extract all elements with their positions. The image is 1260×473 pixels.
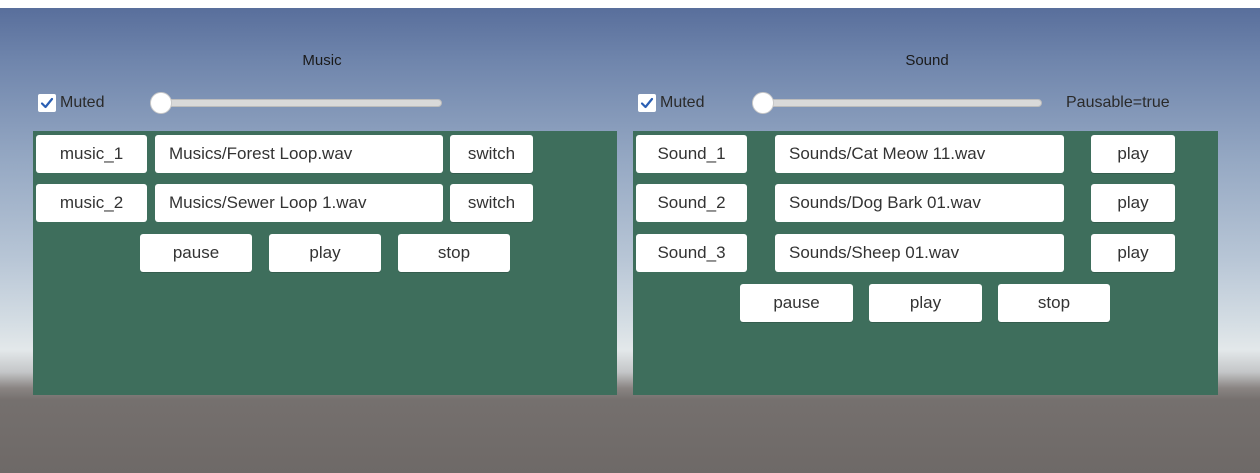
- music-volume-track[interactable]: [150, 99, 442, 107]
- music-row-1-name[interactable]: music_1: [36, 135, 147, 173]
- sound-pausable-status: Pausable=true: [1066, 94, 1170, 111]
- sound-title: Sound: [905, 52, 949, 69]
- sound-muted-label: Muted: [660, 94, 705, 111]
- music-pause-button[interactable]: pause: [140, 234, 252, 272]
- sound-muted-toggle[interactable]: Muted: [638, 92, 704, 114]
- music-row-1-switch-button[interactable]: switch: [450, 135, 533, 173]
- top-edge-strip: [0, 0, 1260, 8]
- music-muted-label: Muted: [60, 94, 105, 111]
- sound-volume-slider[interactable]: [752, 92, 1042, 114]
- music-stop-button[interactable]: stop: [398, 234, 510, 272]
- sound-row-3-name[interactable]: Sound_3: [636, 234, 747, 272]
- music-muted-toggle[interactable]: Muted: [38, 92, 104, 114]
- checkmark-icon: [40, 97, 54, 109]
- music-muted-checkbox[interactable]: [38, 94, 56, 112]
- music-row-2-name[interactable]: music_2: [36, 184, 147, 222]
- music-play-button[interactable]: play: [269, 234, 381, 272]
- sound-stop-button[interactable]: stop: [998, 284, 1110, 322]
- sound-row-2-play-button[interactable]: play: [1091, 184, 1175, 222]
- checkmark-icon: [640, 97, 654, 109]
- music-row-2-path[interactable]: Musics/Sewer Loop 1.wav: [155, 184, 443, 222]
- sound-volume-track[interactable]: [752, 99, 1042, 107]
- sound-volume-handle[interactable]: [752, 92, 774, 114]
- sound-pause-button[interactable]: pause: [740, 284, 853, 322]
- sound-row-2-name[interactable]: Sound_2: [636, 184, 747, 222]
- music-title: Music: [302, 52, 342, 69]
- sound-row-2-path[interactable]: Sounds/Dog Bark 01.wav: [775, 184, 1064, 222]
- sound-muted-checkbox[interactable]: [638, 94, 656, 112]
- sound-row-1-play-button[interactable]: play: [1091, 135, 1175, 173]
- sound-row-1-name[interactable]: Sound_1: [636, 135, 747, 173]
- sound-row-3-play-button[interactable]: play: [1091, 234, 1175, 272]
- sound-play-button[interactable]: play: [869, 284, 982, 322]
- music-volume-slider[interactable]: [150, 92, 442, 114]
- sound-row-1-path[interactable]: Sounds/Cat Meow 11.wav: [775, 135, 1064, 173]
- sound-row-3-path[interactable]: Sounds/Sheep 01.wav: [775, 234, 1064, 272]
- music-volume-handle[interactable]: [150, 92, 172, 114]
- music-row-1-path[interactable]: Musics/Forest Loop.wav: [155, 135, 443, 173]
- music-row-2-switch-button[interactable]: switch: [450, 184, 533, 222]
